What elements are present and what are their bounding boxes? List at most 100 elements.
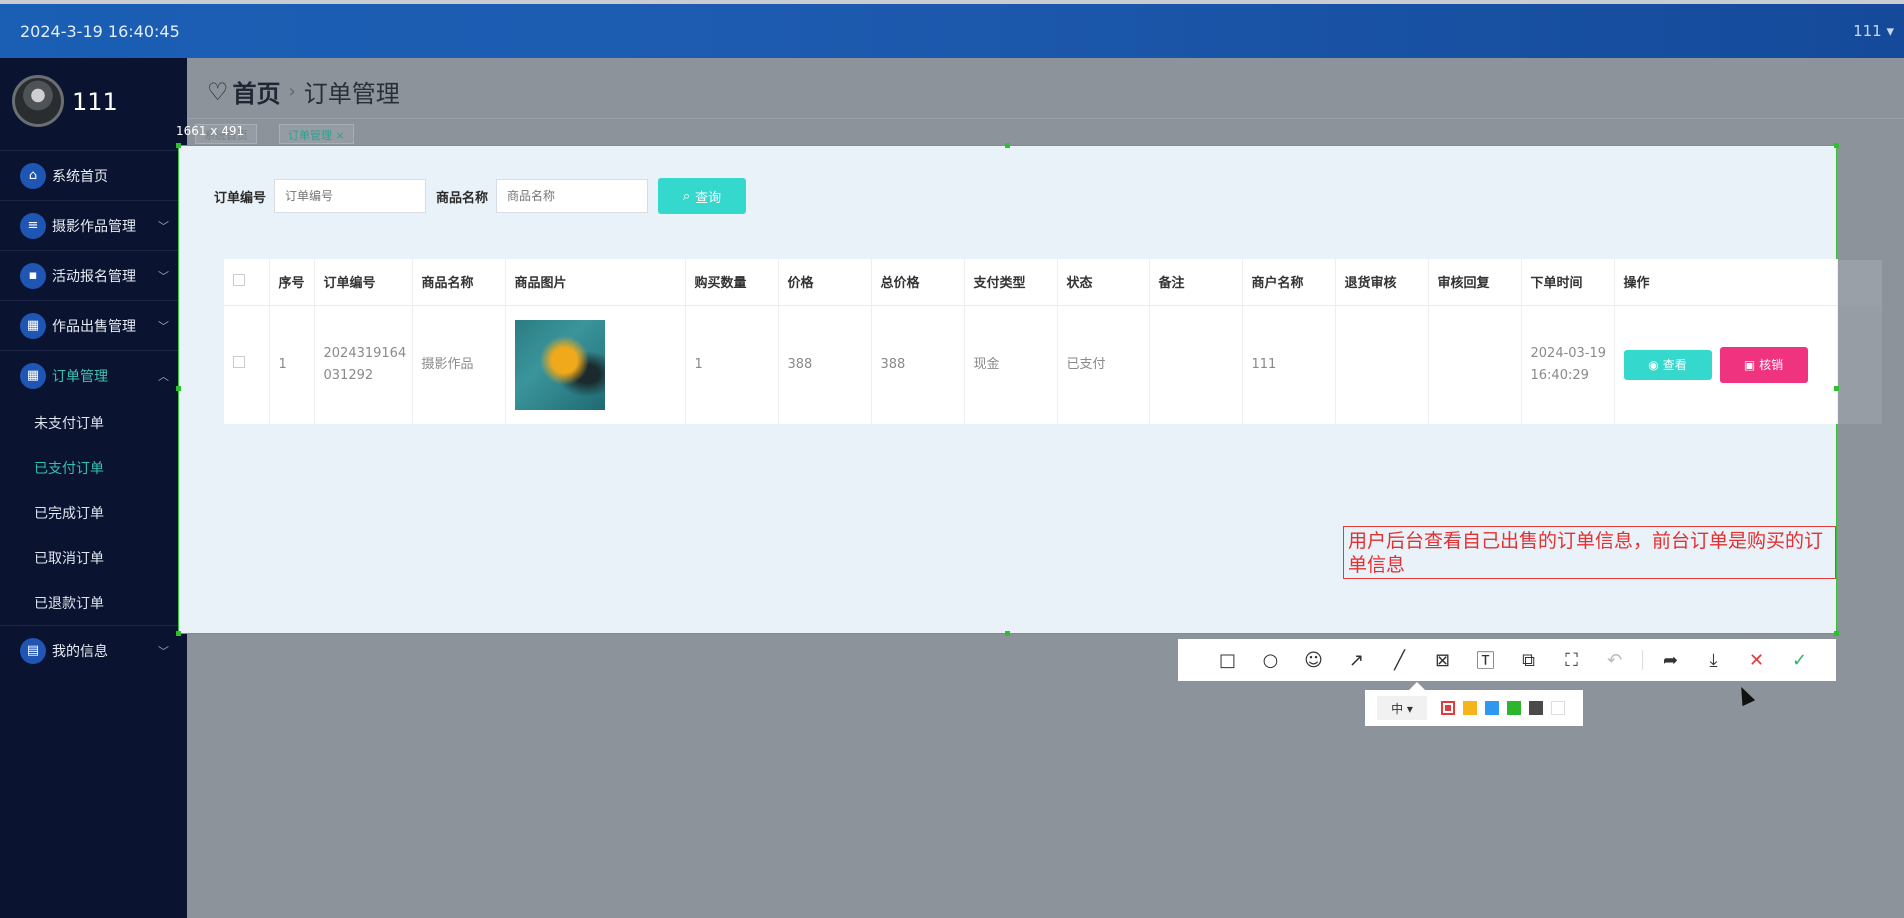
arrow-tool-icon[interactable]: ↗: [1335, 639, 1378, 681]
cell-total: 388: [871, 305, 965, 424]
resize-handle[interactable]: [1005, 143, 1010, 148]
column-header: 状态: [1057, 259, 1150, 306]
screenshot-selection[interactable]: 订单编号 商品名称 ⌕ 查询 序号 订单编号 商品名称 商品图片 购买数量 价格…: [176, 143, 1839, 636]
color-swatch-green[interactable]: [1507, 701, 1521, 715]
writeoff-button[interactable]: ▣ 核销: [1719, 346, 1808, 383]
tab-orders[interactable]: 订单管理 ×: [279, 124, 354, 144]
datetime-text: 2024-3-19 16:40:45: [20, 22, 180, 41]
share-icon[interactable]: ➦: [1649, 639, 1692, 681]
resize-handle[interactable]: [1005, 631, 1010, 636]
user-menu[interactable]: 111 ▾: [1853, 22, 1894, 40]
color-swatch-gray[interactable]: [1529, 701, 1543, 715]
font-size-select[interactable]: 中 ▾: [1377, 696, 1427, 720]
selection-size-label: 1661 x 491: [176, 124, 245, 138]
sidebar-item-works-sale[interactable]: ▦ 作品出售管理 ﹀: [0, 300, 187, 350]
product-thumbnail[interactable]: [514, 319, 605, 410]
sidebar-subitem-completed[interactable]: 已完成订单: [0, 490, 187, 535]
tags-view: 系统首页 订单管理 ×: [187, 118, 1904, 146]
home-icon: ⌂: [20, 162, 46, 189]
ocr-tool-icon[interactable]: ⛶: [1550, 639, 1593, 681]
cell-product: 摄影作品: [412, 305, 506, 424]
sidebar-subitem-cancelled[interactable]: 已取消订单: [0, 535, 187, 580]
column-header: 操作: [1614, 259, 1838, 306]
sidebar-item-label: 作品出售管理: [52, 318, 136, 335]
ellipse-tool-icon[interactable]: ○: [1249, 639, 1292, 681]
column-header: 审核回复: [1428, 259, 1522, 306]
card-icon: ▤: [20, 637, 46, 664]
confirm-icon[interactable]: ✓: [1778, 639, 1821, 681]
breadcrumb-home[interactable]: 首页: [233, 74, 281, 109]
column-header: 下单时间: [1521, 259, 1615, 306]
emoji-tool-icon[interactable]: ☺: [1292, 639, 1335, 681]
color-swatch-red[interactable]: [1441, 701, 1455, 715]
table-row-overflow: [1838, 306, 1882, 424]
pin-tool-icon[interactable]: ⧉: [1507, 639, 1550, 681]
sidebar-subitem-paid[interactable]: 已支付订单: [0, 445, 187, 490]
save-icon[interactable]: ⤓: [1692, 639, 1735, 681]
breadcrumb-current: 订单管理: [303, 80, 400, 108]
grid-icon: ▦: [20, 312, 46, 339]
row-checkbox[interactable]: [233, 355, 245, 368]
view-button[interactable]: ◉ 查看: [1623, 349, 1712, 380]
table-header-row: 序号 订单编号 商品名称 商品图片 购买数量 价格 总价格 支付类型 状态 备注…: [224, 259, 1838, 306]
chevron-down-icon: ﹀: [158, 645, 169, 658]
product-name-label: 商品名称: [436, 190, 489, 206]
resize-handle[interactable]: [1834, 386, 1839, 391]
color-swatch-blue[interactable]: [1485, 701, 1499, 715]
sidebar: 111 ⌂ 系统首页 ≡ 摄影作品管理 ﹀ ▪ 活动报名管理 ﹀ ▦ 作品出售管…: [0, 58, 187, 918]
text-tool-icon[interactable]: 🅃: [1464, 639, 1507, 681]
sidebar-item-activity-signup[interactable]: ▪ 活动报名管理 ﹀: [0, 250, 187, 300]
column-header: 商品图片: [505, 259, 686, 306]
cell-status: 已支付: [1057, 305, 1150, 424]
rectangle-tool-icon[interactable]: □: [1206, 639, 1249, 681]
sliders-icon: ≡: [20, 212, 46, 239]
receipt-icon: ▣: [1743, 357, 1756, 372]
profile: 111: [0, 58, 187, 150]
resize-handle[interactable]: [1834, 631, 1839, 636]
sidebar-item-home[interactable]: ⌂ 系统首页: [0, 150, 187, 200]
avatar[interactable]: [12, 75, 64, 127]
orders-table: 序号 订单编号 商品名称 商品图片 购买数量 价格 总价格 支付类型 状态 备注…: [224, 259, 1838, 424]
sidebar-item-label: 活动报名管理: [52, 268, 136, 285]
select-all-checkbox[interactable]: [233, 273, 245, 286]
cell-actions: ◉ 查看 ▣ 核销: [1614, 305, 1838, 424]
cell-payment: 现金: [964, 305, 1058, 424]
column-header: 商户名称: [1242, 259, 1336, 306]
chat-icon: ▪: [20, 262, 46, 289]
resize-handle[interactable]: [1834, 143, 1839, 148]
color-swatch-yellow[interactable]: [1463, 701, 1477, 715]
product-name-input[interactable]: [496, 179, 649, 213]
column-header: 价格: [778, 259, 872, 306]
search-button[interactable]: ⌕ 查询: [658, 178, 747, 214]
table-row: 1 2024319164031292 摄影作品 1 388 388 现金 已支付…: [224, 305, 1838, 424]
sidebar-subitem-unpaid[interactable]: 未支付订单: [0, 400, 187, 445]
search-button-label: 查询: [695, 189, 722, 205]
eye-icon: ◉: [1648, 357, 1659, 372]
order-no-input[interactable]: [274, 179, 427, 213]
sidebar-item-label: 摄影作品管理: [52, 218, 136, 235]
sidebar-item-photo-works[interactable]: ≡ 摄影作品管理 ﹀: [0, 200, 187, 250]
close-icon[interactable]: ✕: [1735, 639, 1778, 681]
column-header: 退货审核: [1335, 259, 1429, 306]
undo-icon[interactable]: ↶: [1593, 639, 1636, 681]
sidebar-subitem-refunded[interactable]: 已退款订单: [0, 580, 187, 625]
grid-icon: ▦: [20, 362, 46, 389]
column-header: 购买数量: [685, 259, 779, 306]
chevron-down-icon: ﹀: [158, 220, 169, 233]
resize-handle[interactable]: [176, 386, 181, 391]
sidebar-item-my-info[interactable]: ▤ 我的信息 ﹀: [0, 625, 187, 675]
breadcrumb-separator: ›: [288, 81, 296, 102]
resize-handle[interactable]: [176, 143, 181, 148]
top-bar: 2024-3-19 16:40:45 111 ▾: [0, 0, 1904, 58]
resize-handle[interactable]: [176, 631, 181, 636]
color-swatch-white[interactable]: [1551, 701, 1565, 715]
column-header: 商品名称: [412, 259, 506, 306]
mouse-cursor: [1734, 683, 1756, 707]
sidebar-item-label: 订单管理: [52, 368, 108, 385]
order-no-label: 订单编号: [214, 190, 267, 206]
mosaic-tool-icon[interactable]: ⊠: [1421, 639, 1464, 681]
sidebar-item-orders[interactable]: ▦ 订单管理 ︿: [0, 350, 187, 400]
cell-price: 388: [778, 305, 872, 424]
text-annotation[interactable]: 用户后台查看自己出售的订单信息，前台订单是购买的订单信息: [1343, 526, 1836, 579]
line-tool-icon[interactable]: ╱: [1378, 639, 1421, 681]
